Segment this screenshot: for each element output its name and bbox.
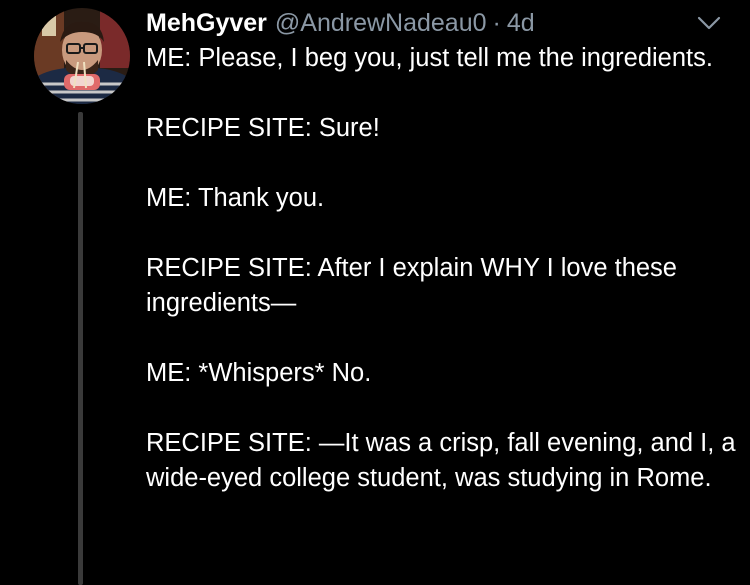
tweet-paragraph: RECIPE SITE: —It was a crisp, fall eveni… xyxy=(146,429,736,492)
tweet-paragraph: ME: Thank you. xyxy=(146,184,325,212)
tweet-header: MehGyver @AndrewNadeau0 · 4d xyxy=(146,6,535,40)
chevron-down-icon[interactable] xyxy=(694,8,724,38)
separator-dot: · xyxy=(492,9,501,37)
avatar[interactable] xyxy=(34,8,130,104)
tweet-paragraph: ME: *Whispers* No. xyxy=(146,359,372,387)
tweet[interactable]: MehGyver @AndrewNadeau0 · 4d ME: Please,… xyxy=(0,0,750,585)
thread-line xyxy=(78,112,83,585)
display-name[interactable]: MehGyver xyxy=(146,6,267,40)
tweet-paragraph: RECIPE SITE: After I explain WHY I love … xyxy=(146,254,677,317)
tweet-text: ME: Please, I beg you, just tell me the … xyxy=(146,41,736,531)
user-handle[interactable]: @AndrewNadeau0 xyxy=(275,6,487,40)
avatar-photo xyxy=(34,8,130,104)
tweet-paragraph: ME: Please, I beg you, just tell me the … xyxy=(146,44,713,72)
tweet-paragraph: RECIPE SITE: Sure! xyxy=(146,114,380,142)
timestamp[interactable]: 4d xyxy=(507,6,535,40)
